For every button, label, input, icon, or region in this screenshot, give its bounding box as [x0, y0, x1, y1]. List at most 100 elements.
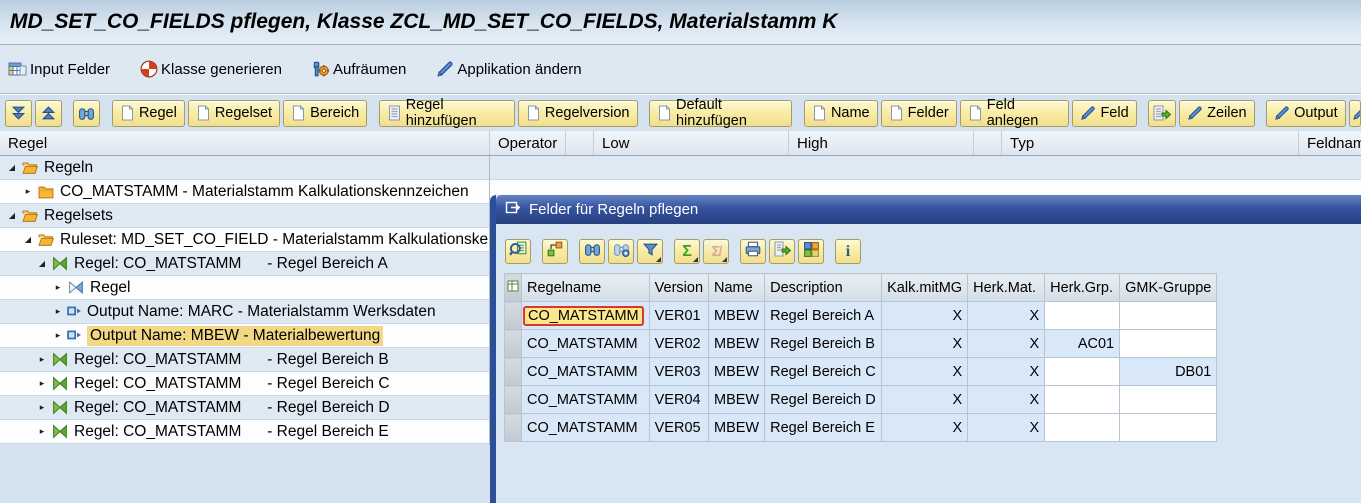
info-button[interactable]: i [835, 239, 861, 264]
expander-icon[interactable]: ▸ [36, 355, 48, 364]
feld-button[interactable]: Feld [1072, 100, 1136, 127]
cell-description[interactable]: Regel Bereich C [765, 358, 882, 386]
sum-button[interactable]: Σ [674, 239, 700, 264]
cell-description[interactable]: Regel Bereich B [765, 330, 882, 358]
expander-icon[interactable]: ◢ [6, 164, 18, 172]
find-next-button[interactable] [608, 239, 634, 264]
cell-version[interactable]: VER01 [649, 302, 708, 330]
col-header-description[interactable]: Description [765, 274, 882, 302]
column-header-typ[interactable]: Typ [1002, 131, 1299, 155]
cell-version[interactable]: VER05 [649, 414, 708, 442]
col-header-name[interactable]: Name [709, 274, 765, 302]
expander-icon[interactable]: ◢ [22, 236, 34, 244]
cell-name[interactable]: MBEW [709, 302, 765, 330]
col-header-gmkgruppe[interactable]: GMK-Gruppe [1120, 274, 1217, 302]
cell-herkmat[interactable]: X [968, 358, 1045, 386]
find-button[interactable] [73, 100, 100, 127]
applikation-aendern-button[interactable]: Applikation ändern [436, 60, 581, 78]
column-header-feldname[interactable]: Feldname [1299, 131, 1361, 155]
cell-name[interactable]: MBEW [709, 414, 765, 442]
cell-regelname[interactable]: CO_MATSTAMM [522, 358, 650, 386]
layout-button[interactable] [798, 239, 824, 264]
column-header-high[interactable]: High [789, 131, 974, 155]
aufraeumen-button[interactable]: Aufräumen [312, 60, 406, 78]
column-header-operator[interactable]: Operator [490, 131, 566, 155]
select-all-header[interactable] [505, 274, 522, 302]
zeilen-button[interactable]: Zeilen [1179, 100, 1255, 127]
cell-herkmat[interactable]: X [968, 330, 1045, 358]
row-selector[interactable] [505, 386, 522, 414]
cell-version[interactable]: VER02 [649, 330, 708, 358]
expander-icon[interactable]: ▸ [52, 283, 64, 292]
cell-gmkgruppe[interactable] [1120, 414, 1217, 442]
cell-description[interactable]: Regel Bereich D [765, 386, 882, 414]
collapse-all-button[interactable] [5, 100, 32, 127]
expand-all-button[interactable] [35, 100, 62, 127]
cell-gmkgruppe[interactable] [1120, 330, 1217, 358]
regelversion-button[interactable]: Regelversion [518, 100, 638, 127]
cell-regelname[interactable]: CO_MATSTAMM [522, 302, 650, 330]
cell-kalkmitmg[interactable]: X [882, 302, 968, 330]
filter-button[interactable] [637, 239, 663, 264]
subtotal-button[interactable]: Σ̸ [703, 239, 729, 264]
expander-icon[interactable]: ◢ [6, 212, 18, 220]
row-selector[interactable] [505, 330, 522, 358]
felder-button[interactable]: Felder [881, 100, 957, 127]
cell-version[interactable]: VER04 [649, 386, 708, 414]
cell-herkmat[interactable]: X [968, 414, 1045, 442]
cell-herkgrp[interactable]: AC01 [1045, 330, 1120, 358]
sort-button[interactable] [542, 239, 568, 264]
expander-icon[interactable]: ▸ [52, 331, 64, 340]
feld-anlegen-button[interactable]: Feld anlegen [960, 100, 1070, 127]
column-header-low[interactable]: Low [594, 131, 789, 155]
expander-icon[interactable]: ◢ [36, 260, 48, 268]
alv-export-button[interactable] [769, 239, 795, 264]
default-hinzufuegen-button[interactable]: Default hinzufügen [649, 100, 793, 127]
cell-version[interactable]: VER03 [649, 358, 708, 386]
print-button[interactable] [740, 239, 766, 264]
column-header-regel[interactable]: Regel [0, 131, 490, 155]
output-button[interactable]: Output [1266, 100, 1346, 127]
cell-name[interactable]: MBEW [709, 386, 765, 414]
col-header-herkgrp[interactable]: Herk.Grp. [1045, 274, 1120, 302]
cell-kalkmitmg[interactable]: X [882, 358, 968, 386]
col-header-kalkmitmg[interactable]: Kalk.mitMG [882, 274, 968, 302]
cell-regelname[interactable]: CO_MATSTAMM [522, 414, 650, 442]
alv-find-button[interactable] [579, 239, 605, 264]
cell-gmkgruppe[interactable] [1120, 302, 1217, 330]
cell-kalkmitmg[interactable]: X [882, 330, 968, 358]
expander-icon[interactable]: ▸ [36, 379, 48, 388]
details-button[interactable] [505, 239, 531, 264]
row-selector[interactable] [505, 302, 522, 330]
expander-icon[interactable]: ▸ [36, 403, 48, 412]
cell-herkgrp[interactable] [1045, 386, 1120, 414]
row-selector[interactable] [505, 414, 522, 442]
cell-regelname[interactable]: CO_MATSTAMM [522, 386, 650, 414]
cell-herkgrp[interactable] [1045, 358, 1120, 386]
col-header-regelname[interactable]: Regelname [522, 274, 650, 302]
cell-regelname[interactable]: CO_MATSTAMM [522, 330, 650, 358]
regel-hinzufuegen-button[interactable]: Regel hinzufügen [379, 100, 515, 127]
col-header-herkmat[interactable]: Herk.Mat. [968, 274, 1045, 302]
regel-button[interactable]: Regel [112, 100, 185, 127]
regelset-button[interactable]: Regelset [188, 100, 280, 127]
cell-kalkmitmg[interactable]: X [882, 414, 968, 442]
cell-herkgrp[interactable] [1045, 414, 1120, 442]
name-button[interactable]: Name [804, 100, 878, 127]
dialog-titlebar[interactable]: Felder für Regeln pflegen [496, 195, 1361, 224]
cell-name[interactable]: MBEW [709, 330, 765, 358]
selected-cell[interactable]: CO_MATSTAMM [523, 306, 644, 326]
input-felder-button[interactable]: Input Felder [8, 60, 110, 78]
cell-kalkmitmg[interactable]: X [882, 386, 968, 414]
cell-gmkgruppe[interactable]: DB01 [1120, 358, 1217, 386]
export-button[interactable] [1148, 100, 1176, 127]
cell-description[interactable]: Regel Bereich A [765, 302, 882, 330]
expander-icon[interactable]: ▸ [22, 187, 34, 196]
cell-herkmat[interactable]: X [968, 386, 1045, 414]
cell-herkmat[interactable]: X [968, 302, 1045, 330]
cell-herkgrp[interactable] [1045, 302, 1120, 330]
klasse-generieren-button[interactable]: Klasse generieren [140, 60, 282, 78]
col-header-version[interactable]: Version [649, 274, 708, 302]
expander-icon[interactable]: ▸ [52, 307, 64, 316]
cell-name[interactable]: MBEW [709, 358, 765, 386]
